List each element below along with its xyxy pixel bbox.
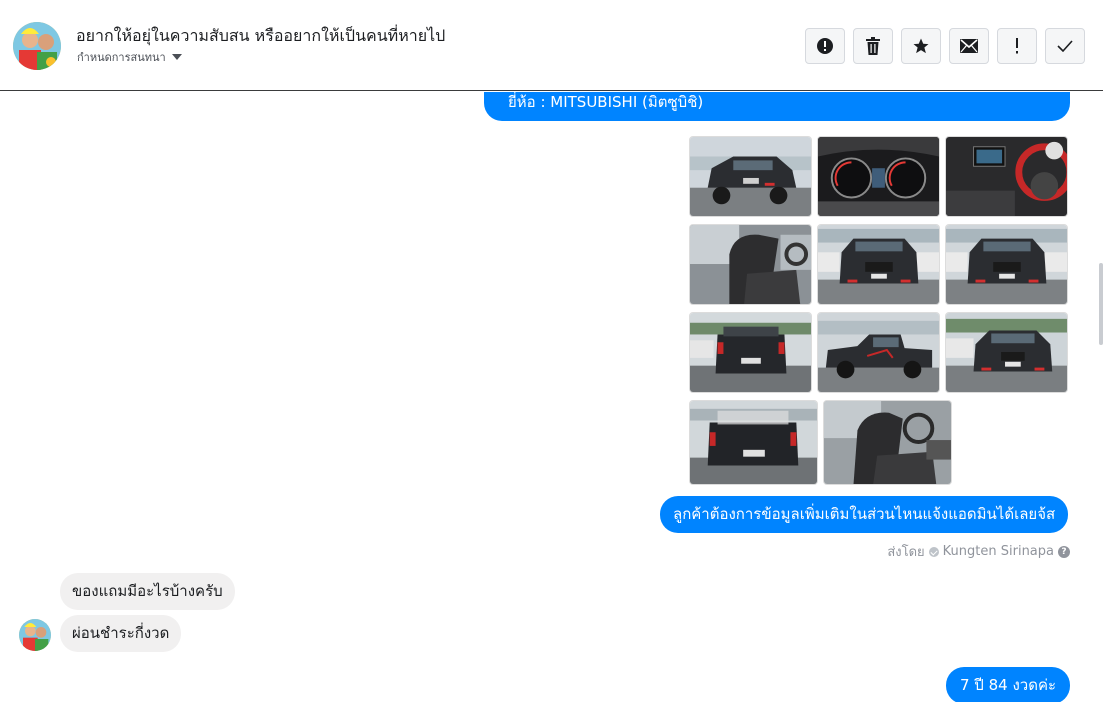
- conversation-header: อยากให้อยุ่ในความสับสน หรืออยากให้เป็นคน…: [0, 0, 1103, 91]
- action-toolbar: [805, 28, 1085, 64]
- contact-avatar[interactable]: [13, 22, 61, 70]
- conversation-options-label: กำหนดการสนทนา: [77, 51, 166, 64]
- sent-by-label: ส่งโดย: [887, 545, 925, 560]
- outgoing-message-ask-info: ลูกค้าต้องการข้อมูลเพิ่มเติมในส่วนไหนแจ้…: [660, 496, 1069, 533]
- thread-scrollbar[interactable]: [1099, 263, 1103, 345]
- spam-report-button[interactable]: [805, 28, 845, 64]
- outgoing-message-installments: 7 ปี 84 งวดค่ะ: [946, 667, 1071, 702]
- gauge-cluster-photo[interactable]: [817, 136, 940, 217]
- sender-name[interactable]: Kungten Sirinapa: [943, 544, 1054, 559]
- truck-rear-2-photo[interactable]: [689, 400, 818, 485]
- star-button[interactable]: [901, 28, 941, 64]
- sent-by-info: ส่งโดย Kungten Sirinapa ?: [860, 541, 1070, 562]
- mark-unread-button[interactable]: [949, 28, 989, 64]
- truck-front-4-photo[interactable]: [945, 312, 1068, 393]
- help-icon[interactable]: ?: [1058, 545, 1070, 558]
- outgoing-message-brand: ยี่ห้อ : MITSUBISHI (มิตซูบิชิ): [484, 92, 1070, 121]
- message-thread[interactable]: ยี่ห้อ : MITSUBISHI (มิตซูบิชิ) ลูกค้าต้…: [0, 92, 1103, 702]
- checkmark-icon: [1057, 40, 1073, 52]
- incoming-message-q1: ของแถมมีอะไรบ้างครับ: [60, 573, 235, 610]
- exclamation-icon: [1016, 38, 1018, 54]
- conversation-title: อยากให้อยุ่ในความสับสน หรืออยากให้เป็นคน…: [76, 26, 446, 45]
- delete-button[interactable]: [853, 28, 893, 64]
- caret-down-icon: [171, 54, 182, 60]
- envelope-icon: [960, 39, 978, 53]
- truck-front-2-photo[interactable]: [817, 224, 940, 305]
- important-button[interactable]: [997, 28, 1037, 64]
- truck-front-photo[interactable]: [689, 136, 812, 217]
- truck-side-photo[interactable]: [817, 312, 940, 393]
- rear-seat-photo[interactable]: [689, 224, 812, 305]
- truck-front-3-photo[interactable]: [945, 224, 1068, 305]
- incoming-message-q2: ผ่อนชำระกี่งวด: [60, 615, 182, 652]
- conversation-options-dropdown[interactable]: กำหนดการสนทนา: [77, 48, 182, 66]
- alert-circle-icon: [817, 38, 833, 54]
- truck-rear-photo[interactable]: [689, 312, 812, 393]
- steering-wheel-photo[interactable]: [945, 136, 1068, 217]
- star-icon: [913, 38, 929, 54]
- customer-avatar[interactable]: [19, 619, 51, 651]
- trash-icon: [866, 37, 880, 55]
- verified-check-icon: [928, 546, 939, 557]
- front-seat-photo[interactable]: [823, 400, 952, 485]
- mark-done-button[interactable]: [1045, 28, 1085, 64]
